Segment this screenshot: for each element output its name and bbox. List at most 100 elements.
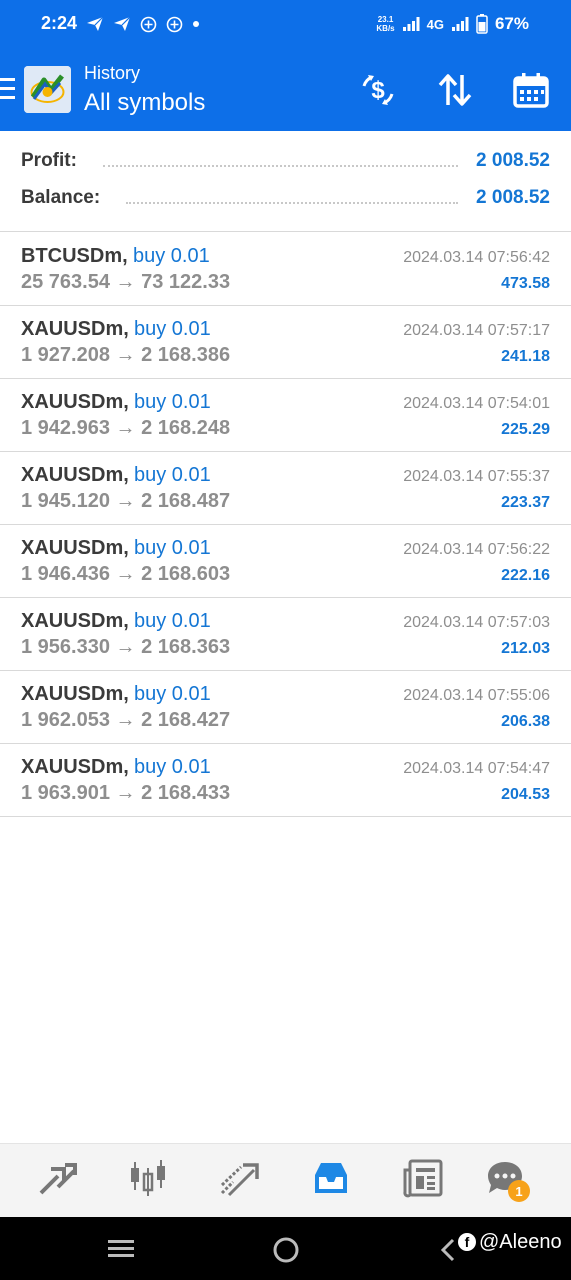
trade-prices: 1 942.963 → 2 168.248 [21, 417, 231, 439]
trade-symbol: XAUUSDm, [21, 610, 129, 632]
battery-percent: 67% [494, 14, 529, 33]
date-range-button[interactable] [511, 70, 551, 110]
facebook-icon: f [458, 1233, 476, 1251]
telegram-icon [114, 16, 131, 31]
nav-history[interactable] [309, 1156, 353, 1200]
trade-profit: 473.58 [501, 275, 550, 292]
network-speed: 23.1 KB/s [376, 15, 394, 33]
trade-row[interactable]: XAUUSDm, buy 0.01 1 927.208 → 2 168.386 202… [0, 306, 571, 379]
trade-profit: 223.37 [501, 494, 550, 511]
trade-symbol: XAUUSDm, [21, 756, 129, 778]
trade-symbol: XAUUSDm, [21, 391, 129, 413]
sort-button[interactable] [435, 70, 475, 110]
trade-profit: 204.53 [501, 786, 550, 803]
toolbar-subtitle: History [84, 63, 141, 83]
nav-chat[interactable]: 1 [483, 1156, 530, 1202]
trade-prices: 25 763.54 → 73 122.33 [21, 271, 231, 293]
watermark-text: @Aleeno [479, 1230, 562, 1253]
trade-profit: 212.03 [501, 640, 550, 657]
trade-prices: 1 962.053 → 2 168.427 [21, 709, 231, 731]
trade-prices: 1 946.436 → 2 168.603 [21, 563, 231, 585]
trade-close-time: 2024.03.14 07:56:22 [403, 541, 550, 558]
trade-row[interactable]: XAUUSDm, buy 0.01 1 946.436 → 2 168.603 202… [0, 525, 571, 598]
trade-symbol: BTCUSDm, [21, 245, 128, 267]
trade-close-time: 2024.03.14 07:57:17 [403, 322, 550, 339]
back-button[interactable] [440, 1238, 456, 1267]
svg-text:$: $ [371, 77, 385, 104]
network-speed-value: 23.1 [377, 15, 394, 24]
app-notification-icon [166, 16, 183, 32]
trade-row[interactable]: BTCUSDm, buy 0.01 25 763.54 → 73 122.33 202… [0, 233, 571, 306]
history-icon [315, 1163, 347, 1193]
system-navigation-bar: f @Aleeno [0, 1217, 571, 1280]
trade-icon [220, 1163, 259, 1197]
profit-value: 2 008.52 [476, 150, 550, 171]
chat-unread-badge: 1 [508, 1180, 530, 1202]
trade-close-time: 2024.03.14 07:56:42 [403, 249, 550, 266]
more-notifications-dot-icon [193, 21, 199, 27]
profit-row: Profit: 2 008.52 [21, 148, 550, 174]
status-bar: 2:24 23.1 KB/s 4G 67% [0, 0, 571, 50]
nav-news[interactable] [401, 1156, 445, 1200]
trade-profit: 225.29 [501, 421, 550, 438]
deposit-withdraw-button[interactable]: $ [358, 70, 398, 110]
trade-side-volume: buy 0.01 [134, 610, 211, 632]
account-summary: Profit: 2 008.52 Balance: 2 008.52 [0, 131, 571, 232]
trade-side-volume: buy 0.01 [134, 537, 211, 559]
menu-icon[interactable] [0, 78, 15, 100]
news-icon [403, 1159, 443, 1198]
system-status: 23.1 KB/s 4G 67% [376, 11, 529, 37]
trade-close-time: 2024.03.14 07:54:01 [403, 395, 550, 412]
trade-profit: 222.16 [501, 567, 550, 584]
calendar-icon [513, 73, 549, 108]
watermark: f @Aleeno [458, 1230, 562, 1254]
symbol-filter-title[interactable]: All symbols [84, 89, 205, 117]
trade-symbol: XAUUSDm, [21, 464, 129, 486]
home-button[interactable] [272, 1236, 300, 1269]
trade-row[interactable]: XAUUSDm, buy 0.01 1 956.330 → 2 168.363 202… [0, 598, 571, 671]
nav-chart[interactable] [126, 1156, 170, 1200]
nav-quotes[interactable] [36, 1156, 80, 1200]
trade-profit: 206.38 [501, 713, 550, 730]
quotes-icon [39, 1163, 77, 1195]
trade-prices: 1 945.120 → 2 168.487 [21, 490, 231, 512]
trade-row[interactable]: XAUUSDm, buy 0.01 1 962.053 → 2 168.427 202… [0, 671, 571, 744]
bottom-navigation: 1 [0, 1143, 571, 1217]
trade-symbol: XAUUSDm, [21, 318, 129, 340]
trade-side-volume: buy 0.01 [134, 318, 211, 340]
trade-prices: 1 927.208 → 2 168.386 [21, 344, 231, 366]
trade-close-time: 2024.03.14 07:55:37 [403, 468, 550, 485]
network-type: 4G [426, 16, 444, 32]
trade-row[interactable]: XAUUSDm, buy 0.01 1 963.901 → 2 168.433 202… [0, 744, 571, 817]
trade-side-volume: buy 0.01 [133, 245, 210, 267]
trade-side-volume: buy 0.01 [134, 683, 211, 705]
status-time: 2:24 [41, 13, 78, 33]
balance-label: Balance: [21, 187, 101, 208]
trade-row[interactable]: XAUUSDm, buy 0.01 1 942.963 → 2 168.248 202… [0, 379, 571, 452]
trade-prices: 1 956.330 → 2 168.363 [21, 636, 231, 658]
trade-profit: 241.18 [501, 348, 550, 365]
trade-close-time: 2024.03.14 07:54:47 [403, 760, 550, 777]
trade-side-volume: buy 0.01 [134, 391, 211, 413]
trade-symbol: XAUUSDm, [21, 683, 129, 705]
trade-row[interactable]: XAUUSDm, buy 0.01 1 945.120 → 2 168.487 202… [0, 452, 571, 525]
chart-icon [131, 1160, 165, 1196]
dollar-exchange-icon: $ [362, 75, 394, 105]
app-toolbar: History All symbols $ [0, 50, 571, 131]
sort-arrows-icon [438, 74, 472, 106]
nav-trade[interactable] [217, 1156, 261, 1200]
signal-icon [402, 17, 420, 31]
recent-apps-icon [108, 1240, 134, 1257]
telegram-icon [87, 16, 104, 31]
recent-apps-button[interactable] [108, 1238, 134, 1263]
profit-label: Profit: [21, 150, 77, 171]
trade-prices: 1 963.901 → 2 168.433 [21, 782, 231, 804]
app-notification-icon [140, 16, 157, 32]
trade-close-time: 2024.03.14 07:57:03 [403, 614, 550, 631]
notification-icons [86, 12, 200, 36]
balance-value: 2 008.52 [476, 187, 550, 208]
balance-row: Balance: 2 008.52 [21, 185, 550, 211]
signal-icon [451, 17, 469, 31]
trade-history-list: BTCUSDm, buy 0.01 25 763.54 → 73 122.33 202… [0, 233, 571, 817]
network-speed-unit: KB/s [376, 24, 395, 33]
